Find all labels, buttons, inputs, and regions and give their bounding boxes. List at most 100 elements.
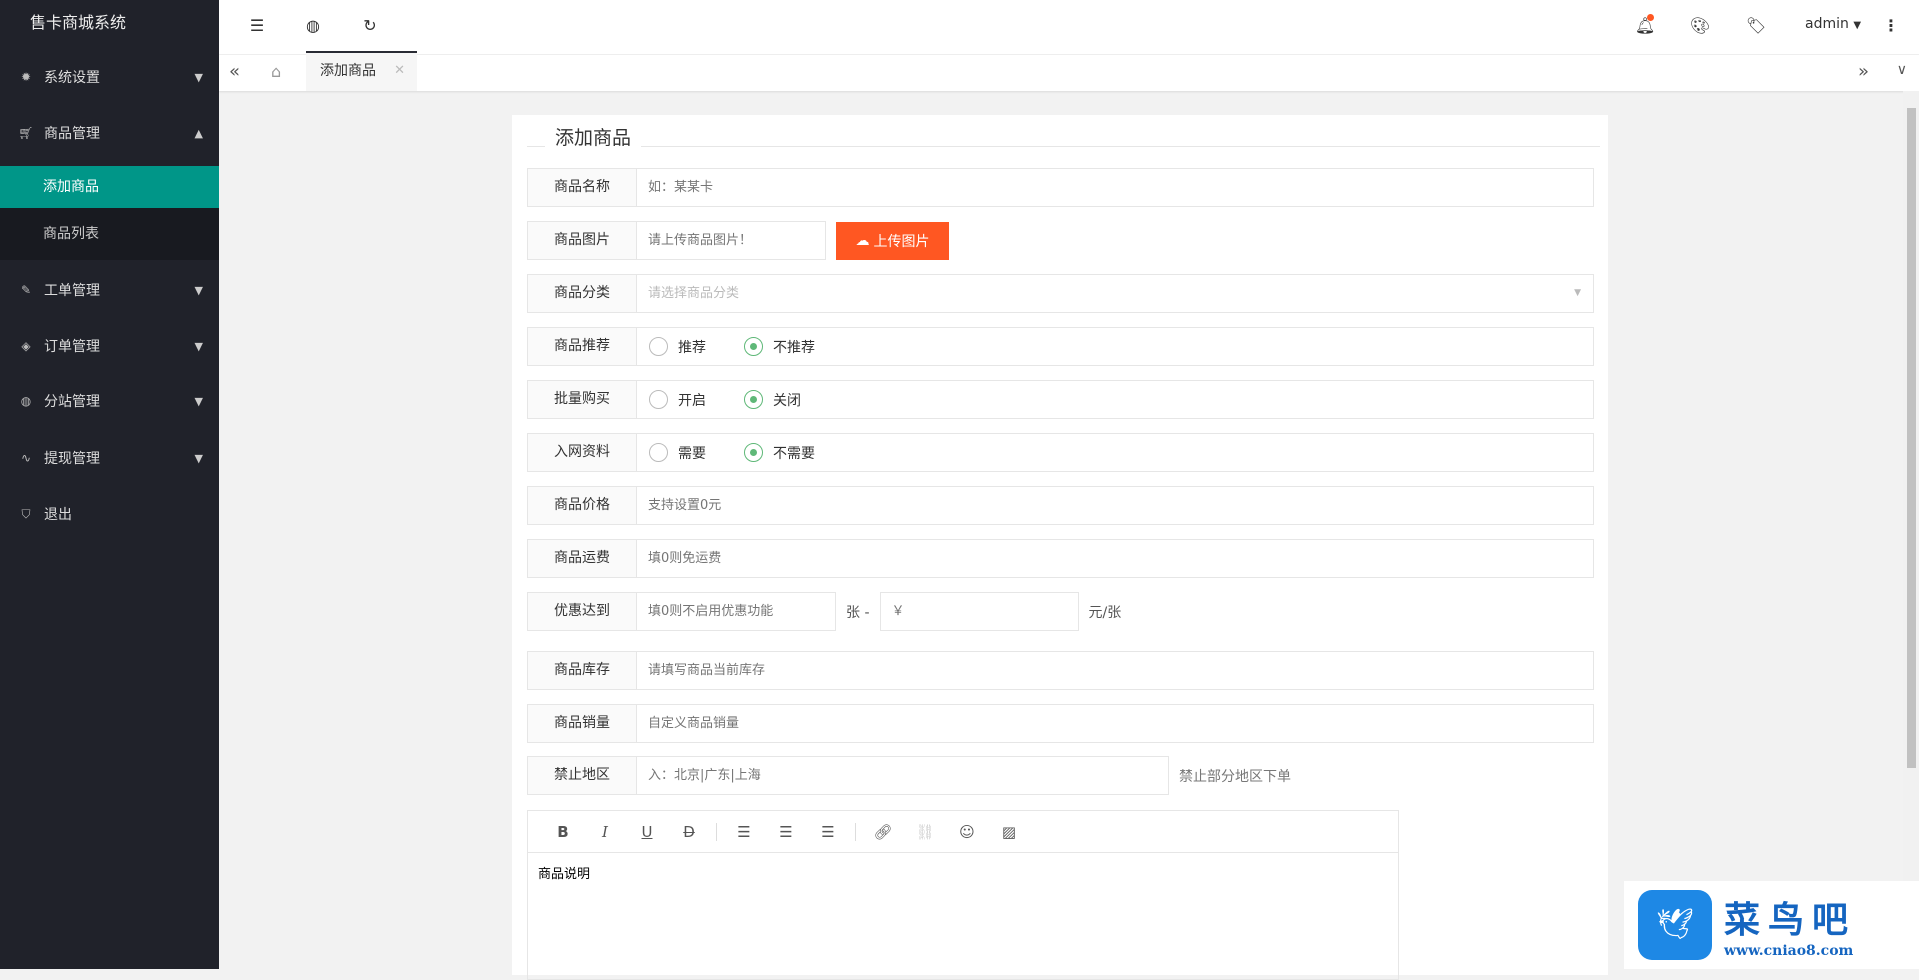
- caret-down-icon: ▼: [194, 394, 203, 408]
- more-icon[interactable]: ⋮: [1880, 16, 1902, 35]
- bell-icon[interactable]: 🔔︎: [1634, 14, 1656, 35]
- sidebar-item-system[interactable]: ✹ 系统设置 ▼: [0, 55, 219, 99]
- radio-not-recommend[interactable]: 不推荐: [744, 337, 815, 357]
- sidebar-item-label: 工单管理: [44, 283, 100, 299]
- radio-label: 不推荐: [773, 339, 815, 356]
- sidebar-item-label: 系统设置: [44, 70, 100, 86]
- sidebar-item-label: 分站管理: [44, 394, 100, 410]
- caret-down-icon: ▼: [194, 283, 203, 297]
- discount-unit: 元/张: [1088, 604, 1122, 621]
- chevron-down-icon[interactable]: ∨: [1897, 62, 1907, 78]
- radio-label: 推荐: [678, 339, 706, 356]
- close-icon[interactable]: ✕: [394, 53, 405, 89]
- sidebar-item-label: 退出: [44, 507, 72, 523]
- menu-toggle-icon[interactable]: ☰: [246, 16, 268, 35]
- sidebar-subitem-product-list[interactable]: 商品列表: [0, 208, 219, 260]
- sidebar-item-products[interactable]: 🛒︎ 商品管理 ▲: [0, 111, 219, 155]
- radio-label: 需要: [678, 445, 706, 462]
- watermark-name: 菜鸟吧: [1724, 899, 1857, 941]
- globe-icon: ◍: [20, 394, 32, 408]
- forbidden-region-input[interactable]: [637, 756, 1169, 795]
- tag-icon[interactable]: 🏷︎: [1745, 16, 1767, 35]
- cart-icon: 🛒︎: [18, 126, 34, 140]
- discount-price-input[interactable]: [879, 592, 1079, 631]
- radio-circle-checked: [744, 337, 763, 356]
- rich-text-editor: B I U D ☰ ☰ ☰ 🔗︎ ⛓︎ ☺ ▨ 商品说明: [527, 810, 1399, 980]
- username: admin: [1805, 16, 1849, 32]
- notification-dot: [1647, 14, 1654, 21]
- align-left-icon[interactable]: ☰: [723, 823, 765, 841]
- shipping-input[interactable]: [637, 539, 1594, 578]
- select-placeholder: 请选择商品分类: [648, 286, 740, 301]
- field-label: 商品名称: [527, 168, 637, 207]
- radio-label: 不需要: [773, 445, 815, 462]
- sidebar-item-label: 订单管理: [44, 339, 100, 355]
- caret-down-icon: ▼: [194, 339, 203, 353]
- radio-recommend[interactable]: 推荐: [649, 337, 706, 357]
- category-select[interactable]: 请选择商品分类 ▼: [637, 274, 1594, 313]
- upload-image-button[interactable]: ☁ 上传图片: [836, 221, 949, 260]
- radio-netinfo-required[interactable]: 需要: [649, 443, 706, 463]
- scroll-left-icon[interactable]: «: [229, 61, 240, 82]
- sidebar-item-label: 商品管理: [44, 126, 100, 142]
- align-center-icon[interactable]: ☰: [765, 823, 807, 841]
- strikethrough-icon[interactable]: D: [668, 823, 710, 841]
- scrollbar[interactable]: [1903, 91, 1919, 969]
- field-label: 商品图片: [527, 221, 637, 260]
- discount-quantity-input[interactable]: [637, 592, 836, 631]
- image-icon[interactable]: ▨: [988, 823, 1030, 841]
- edit-icon: ✎: [20, 283, 32, 297]
- radio-circle-checked: [744, 443, 763, 462]
- scroll-right-icon[interactable]: »: [1858, 61, 1869, 82]
- sidebar-item-orders[interactable]: ◈ 订单管理 ▼: [0, 324, 219, 368]
- discount-separator: 张 -: [846, 604, 870, 621]
- bold-icon[interactable]: B: [542, 823, 584, 841]
- sidebar-item-label: 提现管理: [44, 451, 100, 467]
- cloud-upload-icon: ☁: [855, 232, 870, 249]
- tab-bar: « ⌂ 添加商品 ✕ » ∨: [219, 51, 1919, 91]
- sidebar-item-substations[interactable]: ◍ 分站管理 ▼: [0, 379, 219, 423]
- field-label: 商品销量: [527, 704, 637, 743]
- emoji-icon[interactable]: ☺: [946, 823, 988, 841]
- sidebar-item-withdraw[interactable]: ∿ 提现管理 ▼: [0, 436, 219, 480]
- field-label: 批量购买: [527, 380, 637, 419]
- sidebar-item-logout[interactable]: ⛉ 退出: [0, 492, 219, 536]
- radio-circle: [649, 390, 668, 409]
- sidebar-item-tickets[interactable]: ✎ 工单管理 ▼: [0, 268, 219, 312]
- refresh-icon[interactable]: ↻: [359, 16, 381, 35]
- product-name-input[interactable]: [637, 168, 1594, 207]
- radio-circle: [649, 443, 668, 462]
- caret-down-icon: ▼: [1853, 20, 1862, 31]
- user-menu[interactable]: admin ▼: [1805, 16, 1861, 32]
- radio-circle: [649, 337, 668, 356]
- field-label: 商品价格: [527, 486, 637, 525]
- form-title: 添加商品: [545, 123, 642, 150]
- radio-label: 关闭: [773, 392, 801, 409]
- italic-icon[interactable]: I: [584, 823, 626, 841]
- palette-icon[interactable]: 🎨︎: [1689, 16, 1711, 35]
- toolbar-divider: [716, 822, 717, 841]
- radio-label: 开启: [678, 392, 706, 409]
- sales-input[interactable]: [637, 704, 1594, 743]
- sidebar-subitem-add-product[interactable]: 添加商品: [0, 166, 219, 208]
- pulse-icon: ∿: [20, 451, 32, 465]
- link-icon[interactable]: 🔗︎: [862, 823, 904, 841]
- scrollbar-thumb[interactable]: [1907, 108, 1916, 768]
- radio-bulk-off[interactable]: 关闭: [744, 390, 801, 410]
- radio-netinfo-not-required[interactable]: 不需要: [744, 443, 815, 463]
- watermark-url: www.cniao8.com: [1724, 943, 1854, 959]
- watermark-logo: 🕊︎ 菜鸟吧 www.cniao8.com: [1624, 881, 1919, 969]
- product-image-input[interactable]: [637, 221, 826, 260]
- align-right-icon[interactable]: ☰: [807, 823, 849, 841]
- underline-icon[interactable]: U: [626, 823, 668, 841]
- top-header: ☰ ◍ ↻ 🔔︎ 🎨︎ 🏷︎ admin ▼ ⋮: [219, 0, 1919, 55]
- tab-add-product[interactable]: 添加商品 ✕: [306, 51, 417, 91]
- home-icon[interactable]: ⌂: [271, 62, 281, 81]
- unlink-icon[interactable]: ⛓︎: [904, 823, 946, 841]
- field-label: 入网资料: [527, 433, 637, 472]
- price-input[interactable]: [637, 486, 1594, 525]
- editor-content[interactable]: 商品说明: [528, 853, 1398, 892]
- globe-icon[interactable]: ◍: [302, 16, 324, 35]
- radio-bulk-on[interactable]: 开启: [649, 390, 706, 410]
- stock-input[interactable]: [637, 651, 1594, 690]
